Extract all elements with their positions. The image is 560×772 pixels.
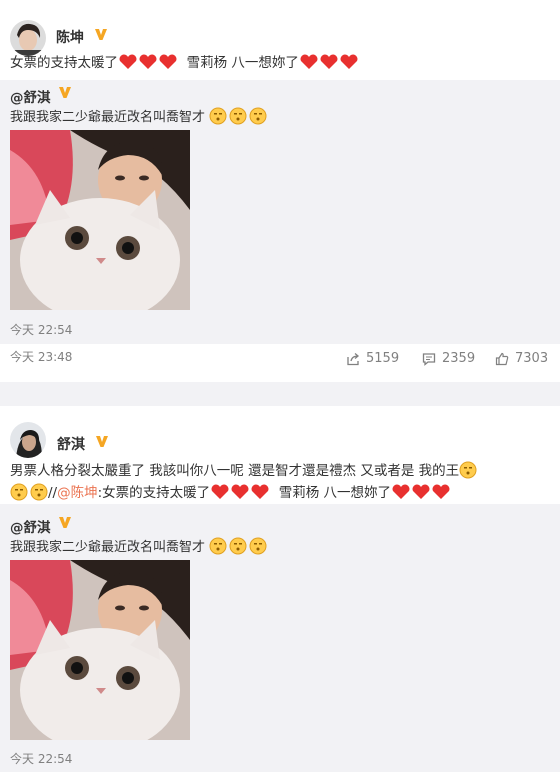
repost-text: 我跟我家二少爺最近改名叫喬智才 (10, 540, 206, 555)
repost-chain-slash: // (48, 485, 58, 501)
heart-emoji-icon (392, 484, 450, 499)
author-name[interactable]: 舒淇 (57, 434, 85, 454)
feed-divider (0, 382, 560, 406)
kiss-emoji-icon (209, 537, 267, 555)
comment-icon (422, 352, 436, 366)
avatar[interactable] (10, 20, 46, 56)
share-button[interactable]: 5159 (346, 351, 399, 366)
like-button[interactable]: 7303 (495, 351, 548, 366)
quoted-text-b: 雪莉杨 八一想妳了 (278, 485, 392, 501)
comment-count: 2359 (442, 351, 476, 366)
verified-badge-icon (95, 29, 107, 40)
reposted-weibo[interactable]: @舒淇 我跟我家二少爺最近改名叫喬智才 今天 22:54 (0, 504, 560, 772)
like-count: 7303 (515, 351, 549, 366)
post-text-a: 女票的支持太暖了 (10, 55, 118, 71)
heart-emoji-icon (119, 54, 177, 69)
repost-text-line: 我跟我家二少爺最近改名叫喬智才 (10, 106, 267, 125)
heart-emoji-icon (211, 484, 269, 499)
post-text-line1: 男票人格分裂太嚴重了 我該叫你八一呢 還是智才還是禮杰 又或者是 我的王 (10, 460, 552, 482)
avatar[interactable] (10, 422, 46, 458)
repost-timestamp[interactable]: 今天 22:54 (10, 750, 72, 767)
share-count: 5159 (366, 351, 400, 366)
repost-photo[interactable] (10, 560, 190, 740)
repost-author[interactable]: @舒淇 (10, 86, 51, 106)
verified-badge-icon (96, 436, 108, 447)
author-name[interactable]: 陈坤 (56, 27, 84, 47)
repost-photo[interactable] (10, 130, 190, 310)
verified-badge-icon (59, 87, 71, 98)
post-text: 女票的支持太暖了 雪莉杨 八一想妳了 (10, 52, 552, 74)
comment-button[interactable]: 2359 (422, 351, 475, 366)
verified-badge-icon (59, 517, 71, 528)
repost-timestamp[interactable]: 今天 22:54 (10, 321, 72, 338)
repost-text-line: 我跟我家二少爺最近改名叫喬智才 (10, 536, 267, 555)
repost-author[interactable]: @舒淇 (10, 516, 51, 536)
weibo-post: 陈坤 女票的支持太暖了 雪莉杨 八一想妳了 @舒淇 我跟我家二少爺最近改名叫喬智… (0, 0, 560, 382)
repost-text: 我跟我家二少爺最近改名叫喬智才 (10, 110, 206, 125)
post-timestamp[interactable]: 今天 23:48 (10, 348, 72, 365)
heart-emoji-icon (300, 54, 358, 69)
share-icon (347, 352, 360, 365)
thumb-up-icon (495, 352, 509, 365)
post-text-b: 雪莉杨 八一想妳了 (186, 55, 299, 71)
post-text: 男票人格分裂太嚴重了 我該叫你八一呢 還是智才還是禮杰 又或者是 我的王 (10, 463, 460, 479)
kiss-emoji-icon (10, 483, 48, 501)
mention-link[interactable]: @陈坤 (57, 485, 98, 501)
post-text-line2: //@陈坤:女票的支持太暖了 雪莉杨 八一想妳了 (10, 482, 552, 504)
quoted-text-a: :女票的支持太暖了 (97, 485, 211, 501)
kiss-emoji-icon (459, 461, 477, 479)
reposted-weibo[interactable]: @舒淇 我跟我家二少爺最近改名叫喬智才 今天 22:54 (0, 80, 560, 344)
weibo-post: 舒淇 男票人格分裂太嚴重了 我該叫你八一呢 還是智才還是禮杰 又或者是 我的王 … (0, 406, 560, 772)
kiss-emoji-icon (209, 107, 267, 125)
